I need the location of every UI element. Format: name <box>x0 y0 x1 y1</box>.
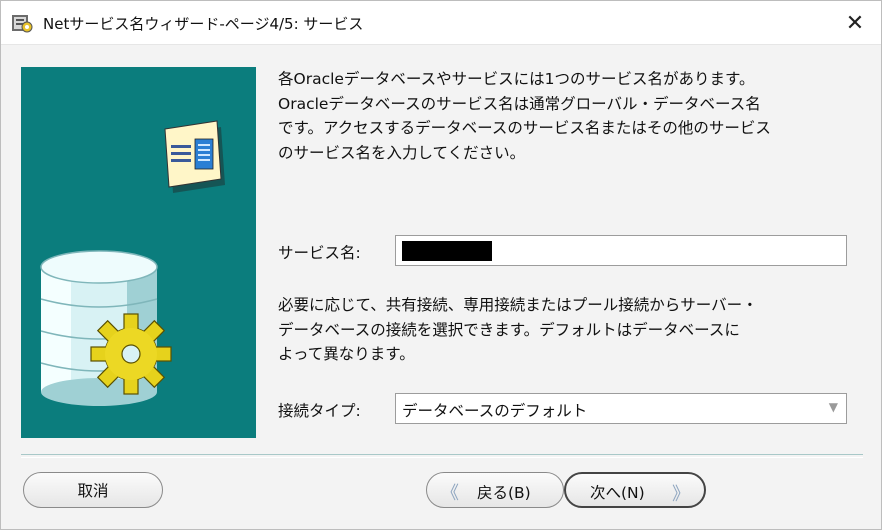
oracle-wizard-icon <box>11 12 33 34</box>
gear-icon <box>90 313 172 395</box>
wizard-dialog: Netサービス名ウィザード-ページ4/5: サービス ✕ 各Oracleデータベ… <box>0 0 882 530</box>
back-label: 戻る(B) <box>477 484 531 502</box>
cancel-button[interactable]: 取消 <box>23 472 163 508</box>
chevron-down-icon: ▼ <box>828 400 838 414</box>
window-title: Netサービス名ウィザード-ページ4/5: サービス <box>43 15 364 33</box>
next-button[interactable]: 次へ(N) 》 <box>564 472 706 508</box>
footer-divider <box>21 454 863 458</box>
redacted-service-name <box>402 241 492 261</box>
connection-type-label: 接続タイプ: <box>278 402 361 420</box>
close-button[interactable]: ✕ <box>841 9 869 37</box>
cancel-label: 取消 <box>77 482 109 500</box>
service-name-input[interactable] <box>395 235 847 266</box>
connection-type-select[interactable]: データベースのデフォルト ▼ <box>395 393 847 424</box>
connection-type-value: データベースのデフォルト <box>402 402 588 420</box>
service-name-label: サービス名: <box>278 244 361 262</box>
next-label: 次へ(N) <box>590 484 645 502</box>
wizard-illustration <box>21 67 256 438</box>
back-button[interactable]: 《 戻る(B) <box>426 472 564 508</box>
title-bar: Netサービス名ウィザード-ページ4/5: サービス ✕ <box>1 1 881 45</box>
connection-description: 必要に応じて、共有接続、専用接続またはプール接続からサーバー・ データベースの接… <box>278 296 758 363</box>
close-icon: ✕ <box>845 10 865 36</box>
database-icon <box>40 250 158 406</box>
service-description: 各Oracleデータベースやサービスには1つのサービス名があります。 Oracl… <box>278 70 771 162</box>
document-icon <box>164 120 225 193</box>
chevron-left-icon: 《 <box>441 483 459 504</box>
chevron-right-icon: 》 <box>672 484 690 505</box>
